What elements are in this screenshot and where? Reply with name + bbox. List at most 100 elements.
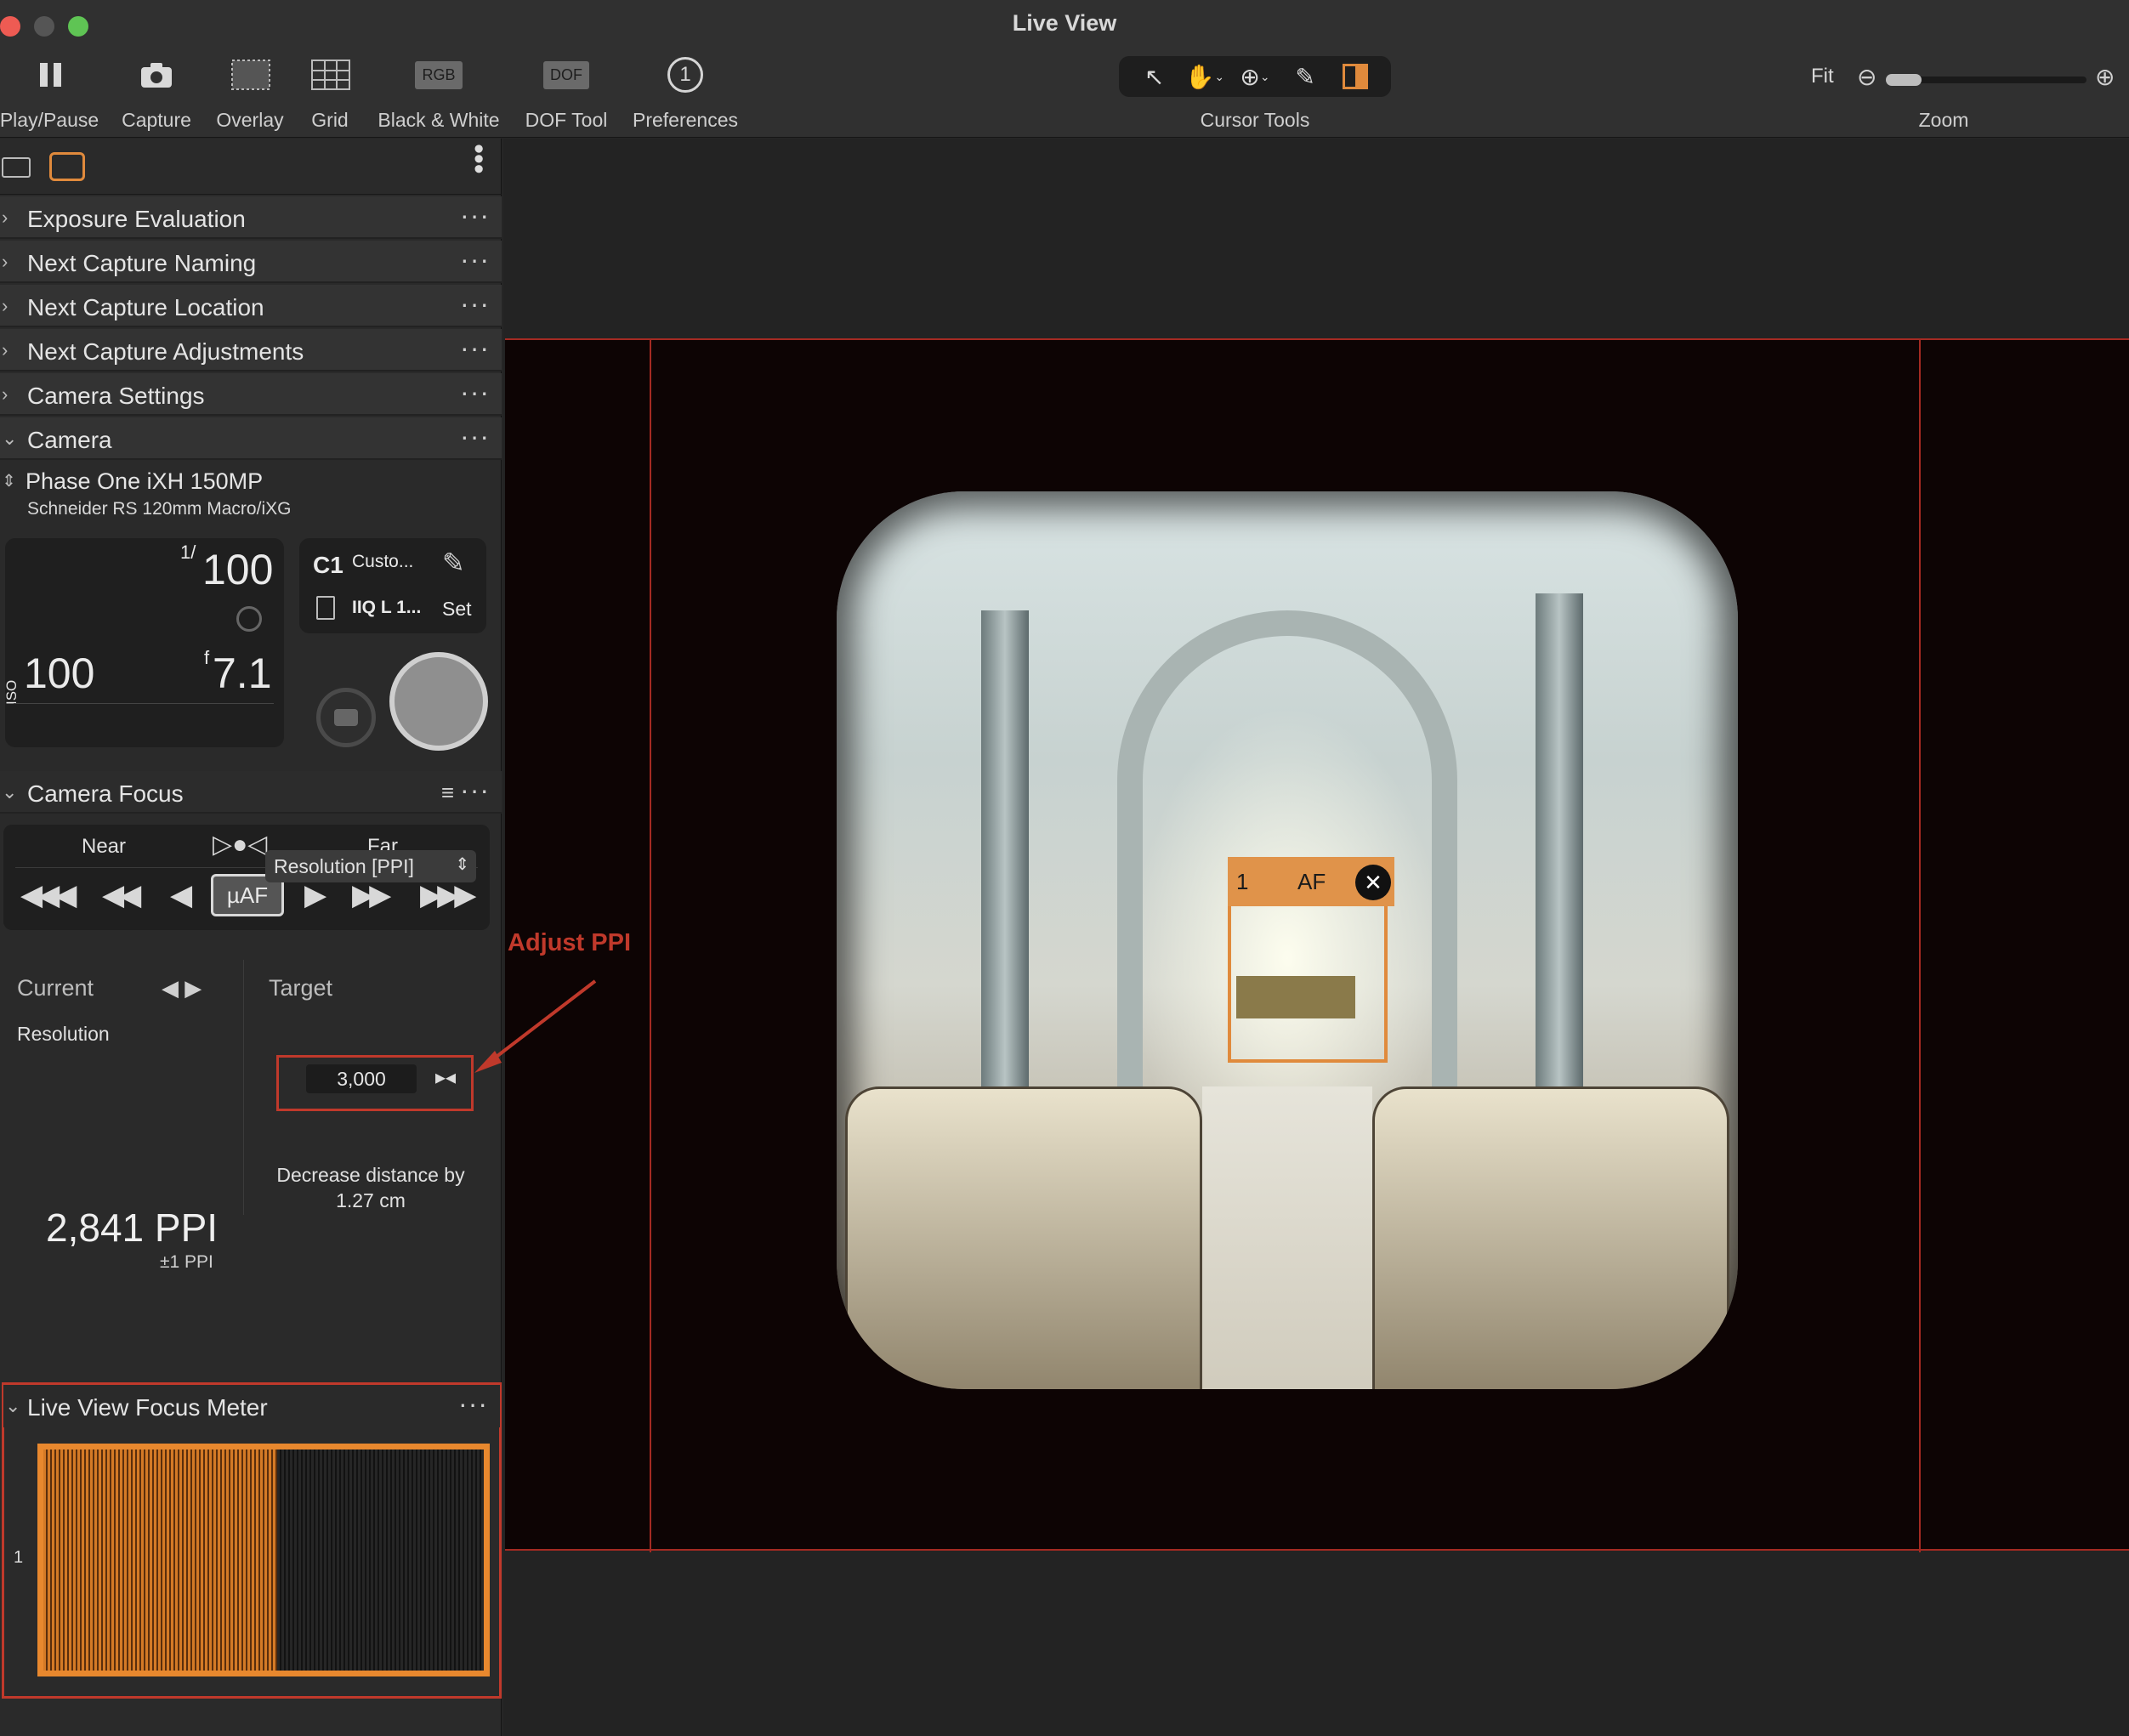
info-circle-icon: 1 — [667, 57, 703, 93]
dof-tool-button[interactable]: DOF — [539, 56, 593, 94]
panel-next-capture-adjustments[interactable]: › Next Capture Adjustments ··· — [0, 329, 502, 372]
play-pause-label: Play/Pause — [0, 109, 99, 131]
panel-menu-icon[interactable]: ··· — [458, 1388, 488, 1420]
camera-model: Phase One iXH 150MP — [26, 468, 264, 494]
format-name[interactable]: IIQ L 1... — [352, 598, 421, 618]
dof-icon: DOF — [543, 60, 589, 89]
focus-far-medium-button[interactable]: ▶▶ — [352, 878, 391, 912]
panel-title: Camera Focus — [27, 780, 184, 807]
pan-cursor-tool[interactable]: ✋ ⌄ — [1184, 60, 1225, 94]
af-point-number: 1 — [1236, 869, 1249, 894]
close-icon[interactable]: ✕ — [1355, 865, 1391, 900]
iso-value[interactable]: 100 — [24, 649, 94, 698]
panel-live-view-focus-meter[interactable]: ⌄ Live View Focus Meter ··· — [3, 1385, 500, 1427]
aperture-prefix: f — [204, 647, 210, 668]
black-white-button[interactable]: RGB — [412, 56, 466, 94]
current-label: Current — [17, 975, 94, 1001]
camera-icon — [141, 63, 172, 88]
panel-title: Next Capture Naming — [27, 250, 257, 276]
target-label: Target — [269, 975, 333, 1001]
af-cursor-tool[interactable] — [1335, 60, 1376, 94]
window-toolbar: Live View Play/Pause Capture Overlay Gri… — [0, 0, 2129, 138]
set-button[interactable]: Set — [442, 598, 472, 621]
focus-square-icon — [1343, 64, 1369, 89]
camera-selector[interactable]: ⇕ Phase One iXH 150MP Schneider RS 120mm… — [0, 468, 493, 519]
focus-meter-fill — [43, 1450, 277, 1671]
video-tab-icon[interactable] — [2, 157, 31, 178]
chevron-right-icon: › — [2, 339, 9, 360]
panel-camera-settings[interactable]: › Camera Settings ··· — [0, 373, 502, 416]
focus-near-small-button[interactable]: ◀ — [170, 878, 192, 912]
black-white-label: Black & White — [378, 109, 500, 131]
panel-menu-icon[interactable]: ··· — [460, 774, 490, 806]
picker-cursor-tool[interactable]: ✎ — [1285, 60, 1326, 94]
eyedropper-icon: ✎ — [1295, 63, 1315, 90]
divider — [14, 703, 274, 704]
panel-menu-icon[interactable]: ··· — [460, 244, 490, 275]
mode-badge[interactable]: C1 — [313, 552, 343, 579]
zoom-cursor-tool[interactable]: ⊕ ⌄ — [1235, 60, 1275, 94]
prev-next-arrows-icon[interactable]: ◀ ▶ — [162, 975, 202, 1001]
af-point-header[interactable]: 1 AF ✕ — [1228, 857, 1394, 906]
shutter-release-button[interactable] — [389, 652, 488, 751]
photo-aisle — [1202, 1086, 1372, 1389]
target-ppi-input[interactable] — [306, 1064, 417, 1093]
capture-button[interactable] — [138, 56, 175, 94]
list-icon[interactable]: ≡ — [441, 780, 454, 806]
panel-exposure-evaluation[interactable]: › Exposure Evaluation ··· — [0, 196, 502, 239]
play-pause-button[interactable] — [32, 56, 70, 94]
focus-far-large-button[interactable]: ▶▶▶ — [420, 878, 476, 912]
photo-pew — [845, 1086, 1202, 1389]
focus-near-large-button[interactable]: ◀◀◀ — [20, 878, 77, 912]
cursor-tools-label: Cursor Tools — [1200, 109, 1310, 131]
record-video-button[interactable] — [316, 688, 376, 747]
aperture-blades-icon — [236, 606, 262, 632]
focus-meter-track — [276, 1450, 484, 1671]
panel-title: Next Capture Adjustments — [27, 338, 304, 365]
chevron-down-icon: ⌄ — [1259, 69, 1270, 83]
updown-chevron-icon: ⇕ — [455, 855, 469, 874]
shutter-value[interactable]: 100 — [202, 545, 273, 594]
capture-tab-icon[interactable] — [49, 152, 85, 181]
hand-icon: ✋ — [1184, 63, 1215, 90]
pause-icon — [40, 63, 61, 87]
panel-camera[interactable]: ⌄ Camera ··· — [0, 417, 502, 460]
eyedropper-icon[interactable]: ✎ — [442, 547, 465, 579]
aperture-value[interactable]: 7.1 — [213, 649, 272, 698]
annotation-label: Adjust PPI — [508, 929, 632, 956]
zoom-slider-thumb[interactable] — [1886, 74, 1922, 86]
more-options-icon[interactable]: ••• — [463, 144, 495, 174]
focus-far-small-button[interactable]: ▶ — [304, 878, 326, 912]
preferences-button[interactable]: 1 — [665, 56, 706, 94]
panel-menu-icon[interactable]: ··· — [460, 377, 490, 408]
focus-near-medium-button[interactable]: ◀◀ — [102, 878, 141, 912]
panel-menu-icon[interactable]: ··· — [460, 332, 490, 364]
chevron-right-icon: › — [2, 383, 9, 405]
zoom-in-icon[interactable]: ⊕ — [2095, 63, 2115, 91]
document-icon — [316, 596, 335, 620]
panel-camera-focus[interactable]: ⌄ Camera Focus ≡ ··· — [0, 771, 502, 814]
zoom-out-icon[interactable]: ⊖ — [1857, 63, 1876, 91]
panel-menu-icon[interactable]: ··· — [460, 200, 490, 231]
chevron-right-icon: › — [2, 251, 9, 272]
overlay-button[interactable] — [230, 56, 272, 94]
arrow-cursor-icon: ↖ — [1144, 63, 1165, 90]
select-cursor-tool[interactable]: ↖ — [1134, 60, 1175, 94]
resolution-tolerance: ±1 PPI — [160, 1252, 213, 1272]
chevron-down-icon: ⌄ — [5, 1395, 21, 1416]
current-resolution-value: 2,841 PPI — [46, 1206, 219, 1250]
grid-button[interactable] — [309, 56, 352, 94]
panel-title: Next Capture Location — [27, 294, 264, 321]
panel-menu-icon[interactable]: ··· — [460, 288, 490, 320]
panel-next-capture-location[interactable]: › Next Capture Location ··· — [0, 285, 502, 327]
target-resolution-select[interactable]: Resolution [PPI] ⇕ — [265, 850, 476, 882]
panel-menu-icon[interactable]: ··· — [460, 421, 490, 452]
panel-next-capture-naming[interactable]: › Next Capture Naming ··· — [0, 241, 502, 283]
zoom-label: Zoom — [1918, 109, 1969, 131]
resolution-label: Resolution — [17, 1023, 110, 1045]
zoom-fit-button[interactable]: Fit — [1811, 65, 1834, 88]
apply-target-icon[interactable]: ▸◂ — [435, 1065, 456, 1090]
preset-card: C1 Custo... IIQ L 1... ✎ Set — [299, 538, 486, 633]
mode-name[interactable]: Custo... — [352, 552, 413, 572]
shutter-prefix: 1/ — [180, 542, 196, 563]
